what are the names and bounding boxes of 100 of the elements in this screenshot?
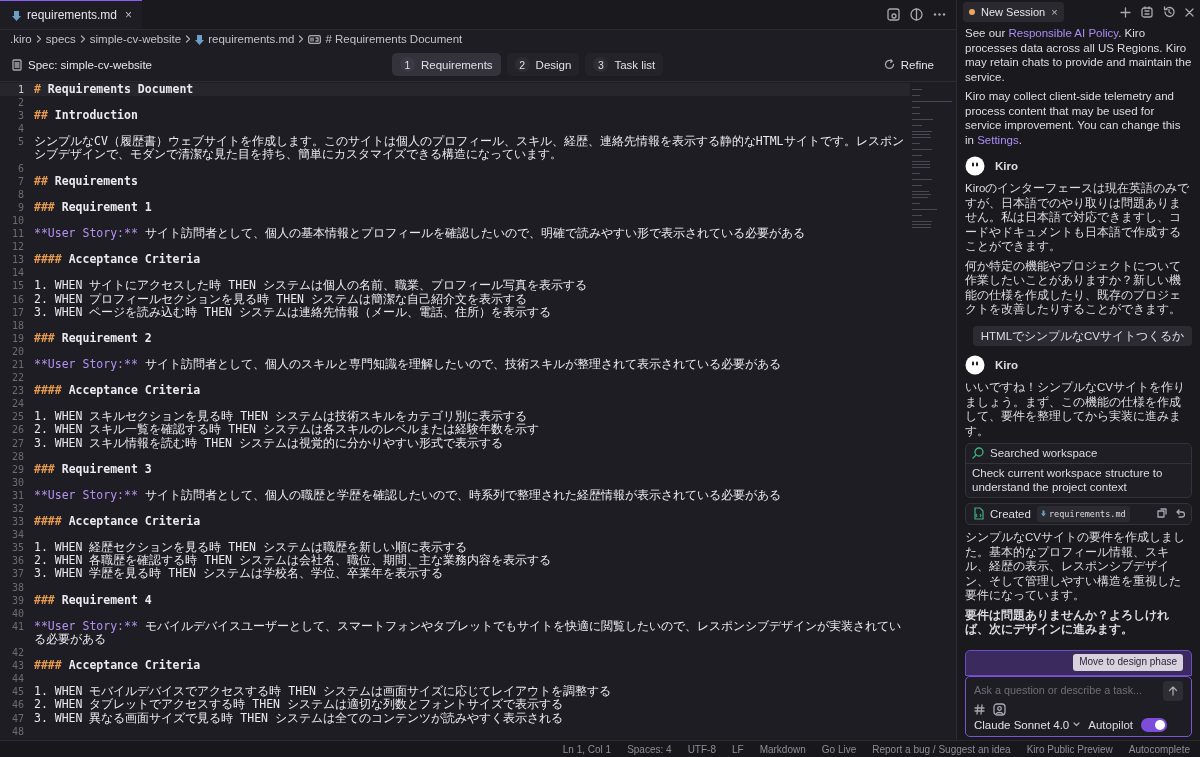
file-chip[interactable]: requirements.md [1036, 505, 1130, 522]
breadcrumb-item[interactable]: simple-cv-website [89, 33, 182, 45]
move-to-design-button[interactable]: Move to design phase [1073, 654, 1183, 671]
line-number: 25 [10, 410, 25, 424]
breadcrumb-item[interactable]: requirements.md [208, 33, 295, 45]
status-item[interactable]: LF [731, 743, 744, 755]
line-number: 6 [16, 161, 25, 175]
autopilot-label: Autopilot [1088, 717, 1134, 732]
preview-icon[interactable] [887, 8, 900, 21]
line-number: 32 [10, 502, 25, 516]
breadcrumb-item[interactable]: # Requirements Document [325, 33, 463, 45]
line-number: 41 [10, 619, 25, 634]
line-number: 42 [10, 646, 25, 660]
line-number: 17 [10, 305, 25, 319]
code-line: **User Story:** サイト訪問者として、個人の基本情報とプロフィールを確認したいので、明確で読みやすい形で表示されている必要がある [34, 226, 805, 241]
line-number: 20 [10, 344, 25, 358]
notice-text: See our Responsible AI Policy. Kiro processes data across all US Regions. Kiro may retain chats to provide and maintain the service. [965, 26, 1192, 84]
breadcrumb-item[interactable]: specs [45, 33, 76, 45]
code-line: 1. WHEN モバイルデバイスでアクセスする時 THEN システムは画面サイズに応じてレイアウトを調整する [34, 684, 611, 699]
code-line: #### Acceptance Criteria [34, 252, 201, 267]
undo-icon[interactable] [1174, 508, 1185, 520]
code-line: 2. WHEN タブレットでアクセスする時 THEN システムは適切な列数とフォントサイズで表示する [34, 697, 563, 712]
message-text: シンプルなCVサイトの要件を作成しました。基本的なプロフィール情報、スキル、経歴の表示、レスポンシブデザイン、そして管理しやすい構造を重視した要件になっています。 [965, 530, 1186, 603]
status-item[interactable]: Autocomplete [1128, 743, 1190, 755]
list-icon[interactable] [1141, 6, 1153, 18]
code-line: シンプルなCV（履歴書）ウェブサイトを作成します。このサイトは個人のプロフィール、スキル、経歴、連絡先情報を表示する静的なHTMLサイトです。レスポンシブデザインで、モダンで清潔な見た目を持ち、簡単にカスタマイズできる構造になっています。 [34, 134, 904, 162]
status-item[interactable]: Report a bug / Suggest an idea [872, 743, 1011, 755]
line-number: 4 [16, 122, 25, 136]
code-line: 3. WHEN スキル情報を読む時 THEN システムは視覚的に分かりやすい形式で表示する [34, 435, 503, 450]
close-tab-button[interactable]: × [123, 8, 135, 22]
status-item[interactable]: Ln 1, Col 1 [562, 743, 612, 755]
code-line: ### Requirement 3 [34, 461, 152, 476]
line-number: 28 [10, 449, 25, 463]
line-number: 37 [10, 567, 25, 581]
link[interactable]: Settings [977, 133, 1019, 146]
code-line: 1. WHEN 経歴セクションを見る時 THEN システムは職歴を新しい順に表示する [34, 540, 467, 555]
line-number: 7 [16, 174, 25, 188]
session-tab[interactable]: New Session × [963, 1, 1064, 23]
chat-input-field[interactable]: Ask a question or describe a task... [974, 683, 1157, 698]
close-icon[interactable] [1185, 7, 1194, 17]
status-item[interactable]: UTF-8 [687, 743, 716, 755]
chevron-right-icon [185, 35, 192, 43]
line-number: 34 [10, 528, 25, 542]
line-number: 44 [10, 672, 25, 686]
refresh-icon [883, 59, 895, 70]
line-number: 46 [10, 698, 25, 712]
refine-button[interactable]: Refine [873, 54, 944, 75]
status-item[interactable]: Kiro Public Preview [1026, 743, 1113, 755]
line-number: 19 [10, 331, 25, 345]
diff-icon[interactable] [1156, 507, 1168, 520]
spec-step-tab[interactable]: 3 Task list [585, 53, 664, 76]
spec-step-tab[interactable]: 2 Design [506, 53, 580, 76]
line-number: 2 [16, 96, 25, 110]
chevron-right-icon [79, 35, 86, 43]
image-icon[interactable] [993, 702, 1006, 716]
code-line: ## Requirements [34, 173, 138, 188]
line-number: 31 [10, 488, 25, 502]
search-icon [972, 447, 984, 460]
line-number: 11 [10, 227, 25, 241]
kiro-ghost-icon [965, 156, 985, 176]
close-tab-button[interactable]: × [1051, 4, 1058, 20]
send-button[interactable] [1163, 680, 1183, 701]
line-number: 47 [10, 711, 25, 725]
breadcrumb-item[interactable]: .kiro [10, 33, 32, 45]
editor-tab[interactable]: requirements.md × [0, 0, 143, 29]
code-line: #### Acceptance Criteria [34, 514, 201, 529]
symbol-icon [308, 34, 322, 44]
spec-step-tab[interactable]: 1 Requirements [392, 53, 501, 76]
message-text: いいですね！シンプルなCVサイトを作りましょう。まず、この機能の仕様を作成して、要件を整理してから実装に進みます。 [965, 380, 1186, 438]
line-number: 36 [10, 554, 25, 568]
tool-detail: Check current workspace structure to understand the project context [966, 462, 1191, 497]
kiro-ghost-icon [965, 355, 985, 375]
code-line: **User Story:** サイト訪問者として、個人の職歴と学歴を確認したいので、時系列で整理された経歴情報が表示されている必要がある [34, 487, 781, 502]
model-selector[interactable]: Claude Sonnet 4.0 [974, 717, 1081, 732]
status-item[interactable]: Markdown [759, 743, 806, 755]
line-number: 12 [10, 240, 25, 254]
line-number: 10 [10, 213, 25, 228]
line-number: 24 [10, 397, 25, 411]
line-number: 35 [10, 541, 25, 555]
code-line: 2. WHEN 各職歴を確認する時 THEN システムは会社名、職位、期間、主な業務内容を表示する [34, 553, 551, 568]
status-item[interactable]: Spaces: 4 [627, 743, 672, 755]
notice-text: Kiro may collect client-side telemetry and process content that may be used for service improvement. You can change this in Settings. [965, 89, 1182, 147]
autopilot-toggle[interactable] [1141, 717, 1168, 732]
history-icon[interactable] [1163, 6, 1175, 18]
hash-icon[interactable] [974, 703, 985, 715]
line-number: 15 [10, 279, 25, 293]
status-item[interactable]: Go Live [821, 743, 857, 755]
code-line: 3. WHEN 学歴を見る時 THEN システムは学校名、学位、卒業年を表示する [34, 566, 443, 581]
code-line: ### Requirement 1 [34, 199, 152, 214]
line-number: 5 [16, 135, 25, 150]
code-line: 2. WHEN プロフィールセクションを見る時 THEN システムは簡潔な自己紹介文を表示する [34, 291, 527, 306]
plus-icon[interactable] [1120, 6, 1131, 18]
line-number: 13 [10, 253, 25, 267]
split-editor-icon[interactable] [910, 8, 923, 21]
status-dot [969, 9, 975, 15]
agent-name: Kiro [995, 158, 1018, 174]
tool-title: Searched workspace [990, 446, 1098, 461]
line-number: 38 [10, 580, 25, 594]
code-line: 1. WHEN サイトにアクセスした時 THEN システムは個人の名前、職業、プロフィール写真を表示する [34, 278, 587, 293]
line-number: 16 [10, 292, 25, 306]
